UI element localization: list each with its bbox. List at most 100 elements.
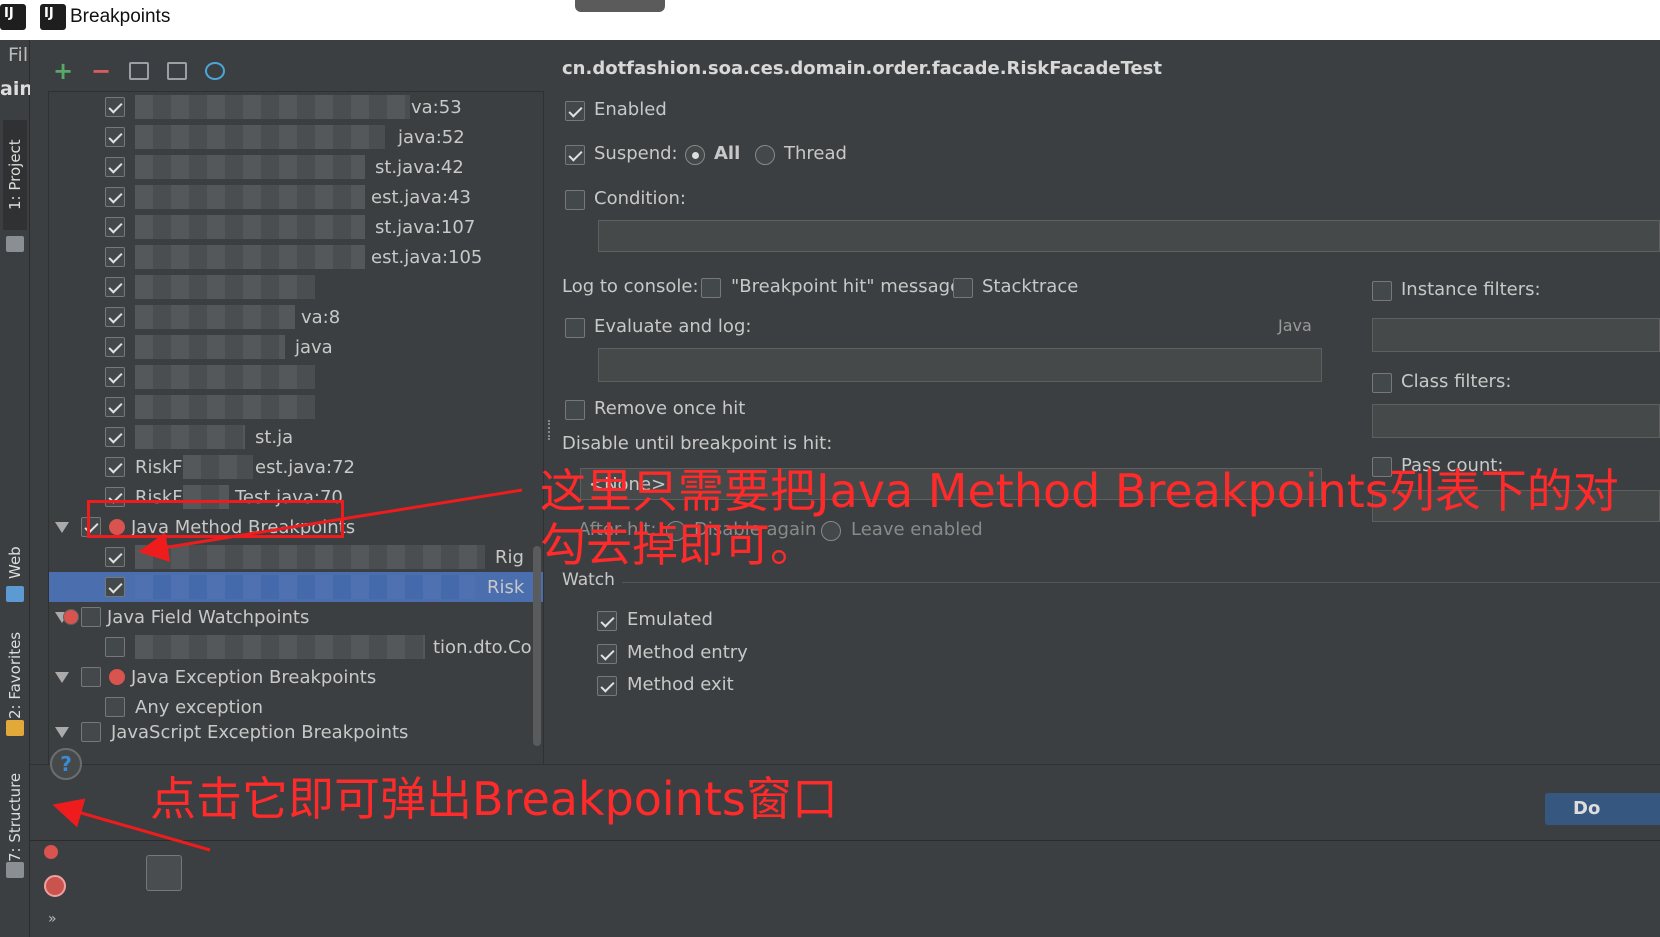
language-selector[interactable]: Java (1278, 316, 1312, 335)
debug-side-panel-icon[interactable] (146, 855, 182, 891)
row-checkbox[interactable] (105, 577, 125, 597)
tree-row[interactable]: va:8 (105, 302, 543, 332)
method-entry-checkbox[interactable] (597, 644, 617, 664)
annotation-method-note-line2: 勾去掉即可。 (540, 518, 816, 572)
suspend-checkbox[interactable] (565, 145, 585, 165)
breakpoints-tree[interactable]: va:53 java:52 st.java:42 est.java:43 st.… (48, 91, 544, 765)
method-exit-checkbox[interactable] (597, 676, 617, 696)
mute-breakpoints-icon[interactable] (44, 875, 66, 897)
class-filters-checkbox[interactable] (1372, 373, 1392, 393)
row-checkbox[interactable] (105, 247, 125, 267)
tool-tab-project[interactable]: 1: Project (3, 120, 27, 230)
file-icon (167, 62, 187, 80)
tree-row[interactable]: st.java:42 (105, 152, 543, 182)
tree-row[interactable] (105, 272, 543, 302)
row-checkbox[interactable] (105, 277, 125, 297)
structure-icon (6, 862, 24, 878)
leave-enabled-radio[interactable] (821, 521, 841, 541)
file-menu-fragment[interactable]: Fil (8, 44, 28, 66)
tree-row[interactable]: Any exception (105, 692, 543, 722)
tree-row[interactable]: est.java:43 (105, 182, 543, 212)
category-java-exception-breakpoints[interactable]: Java Exception Breakpoints (55, 662, 543, 692)
expand-arrow-icon[interactable] (55, 726, 69, 738)
disable-until-label: Disable until breakpoint is hit: (562, 433, 833, 454)
done-button[interactable]: Do (1545, 793, 1660, 825)
row-checkbox[interactable] (105, 97, 125, 117)
expand-arrow-icon[interactable] (55, 671, 69, 683)
row-checkbox[interactable] (105, 367, 125, 387)
tree-row[interactable] (105, 362, 543, 392)
redacted-text (135, 155, 365, 179)
tool-tab-favorites[interactable]: 2: Favorites (3, 630, 27, 720)
row-checkbox[interactable] (105, 637, 125, 657)
condition-input[interactable] (598, 220, 1660, 252)
row-checkbox[interactable] (105, 427, 125, 447)
row-checkbox[interactable] (105, 457, 125, 477)
class-icon (205, 62, 225, 80)
suspend-all-label: All (714, 143, 741, 164)
suspend-thread-label: Thread (784, 143, 847, 164)
class-filters-input[interactable] (1372, 404, 1660, 438)
category-javascript-exception-breakpoints[interactable]: JavaScript Exception Breakpoints (55, 722, 543, 742)
tree-row[interactable]: tion.dto.Co (105, 632, 543, 662)
evaluate-expression-input[interactable] (598, 348, 1322, 382)
row-label: st.java:107 (375, 216, 476, 238)
tree-row[interactable]: java:52 (105, 122, 543, 152)
method-exit-label: Method exit (627, 674, 734, 695)
group-by-class-button[interactable] (202, 58, 228, 84)
tree-row[interactable]: est.java:105 (105, 242, 543, 272)
expand-arrow-icon[interactable] (55, 521, 69, 533)
stacktrace-checkbox[interactable] (953, 278, 973, 298)
tree-row[interactable] (105, 392, 543, 422)
remove-breakpoint-button[interactable]: − (88, 57, 114, 85)
tree-row[interactable]: va:53 (105, 92, 543, 122)
suspend-all-radio[interactable] (685, 145, 705, 165)
category-checkbox[interactable] (81, 722, 101, 742)
category-checkbox[interactable] (81, 607, 101, 627)
project-folder-icon (6, 236, 24, 252)
row-checkbox[interactable] (105, 187, 125, 207)
add-breakpoint-button[interactable]: + (50, 57, 76, 85)
instance-filters-checkbox[interactable] (1372, 281, 1392, 301)
row-checkbox[interactable] (105, 217, 125, 237)
redacted-text (135, 425, 245, 449)
view-breakpoints-icon[interactable] (44, 845, 58, 859)
row-checkbox[interactable] (105, 697, 125, 717)
row-checkbox[interactable] (105, 127, 125, 147)
window-title: Breakpoints (70, 6, 171, 27)
enabled-checkbox[interactable] (565, 101, 585, 121)
row-checkbox[interactable] (105, 337, 125, 357)
tree-row[interactable]: st.ja (105, 422, 543, 452)
tree-row[interactable]: RiskF est.java:72 (105, 452, 543, 482)
category-label: JavaScript Exception Breakpoints (111, 722, 409, 742)
tree-row-selected[interactable]: Risk (49, 572, 543, 602)
row-label: est.java:105 (371, 246, 483, 268)
tool-tab-structure[interactable]: 7: Structure (3, 772, 27, 862)
redacted-text (135, 95, 410, 119)
tree-row[interactable]: java (105, 332, 543, 362)
row-label: Risk (487, 576, 525, 598)
row-label: st.ja (255, 426, 294, 448)
redacted-text (135, 395, 315, 419)
instance-filters-input[interactable] (1372, 318, 1660, 352)
tree-row[interactable]: Rig (105, 542, 543, 572)
tool-tab-web[interactable]: Web (3, 538, 27, 588)
more-actions-icon[interactable]: » (48, 911, 57, 927)
group-by-file-button[interactable] (164, 58, 190, 84)
breakpoint-hit-message-checkbox[interactable] (701, 278, 721, 298)
suspend-thread-radio[interactable] (755, 145, 775, 165)
row-checkbox[interactable] (105, 157, 125, 177)
evaluate-and-log-checkbox[interactable] (565, 318, 585, 338)
redacted-text (183, 455, 253, 479)
row-checkbox[interactable] (105, 307, 125, 327)
row-checkbox[interactable] (105, 397, 125, 417)
row-checkbox[interactable] (105, 547, 125, 567)
help-button[interactable]: ? (50, 748, 82, 780)
condition-checkbox[interactable] (565, 190, 585, 210)
remove-once-hit-checkbox[interactable] (565, 400, 585, 420)
group-by-package-button[interactable] (126, 58, 152, 84)
tree-row[interactable]: st.java:107 (105, 212, 543, 242)
emulated-checkbox[interactable] (597, 611, 617, 631)
category-java-field-watchpoints[interactable]: Java Field Watchpoints (55, 602, 543, 632)
category-checkbox[interactable] (81, 667, 101, 687)
